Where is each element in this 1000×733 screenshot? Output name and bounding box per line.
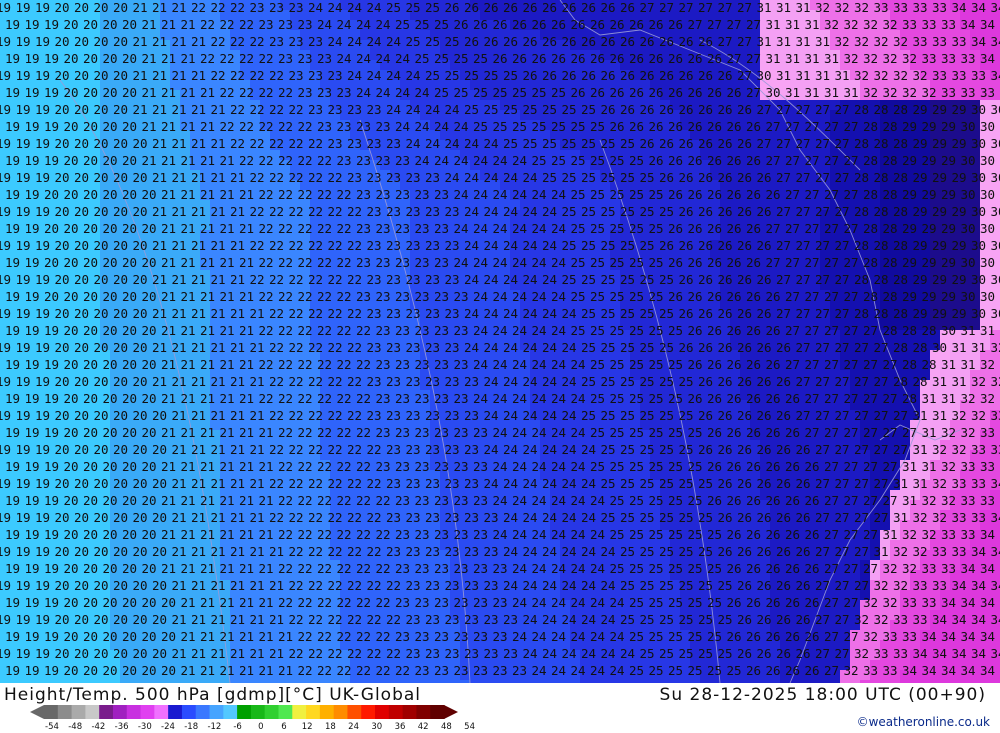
forecast-map: 1919192020202021212122222223232324242424… [0, 0, 1000, 683]
temperature-field: 1919192020202021212122222223232324242424… [0, 0, 1000, 683]
